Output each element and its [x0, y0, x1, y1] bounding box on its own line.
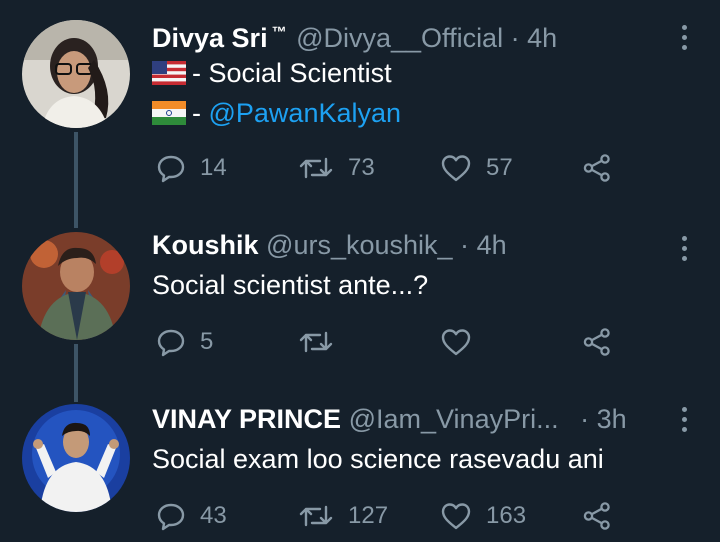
retweet-button[interactable]: 73	[298, 148, 375, 188]
trademark-badge: ™	[271, 24, 287, 41]
reply-icon	[157, 155, 185, 183]
like-button[interactable]: 57	[440, 148, 513, 188]
india-flag-icon	[152, 99, 186, 133]
line-prefix: -	[192, 98, 209, 128]
tweet-text-line: - Social Scientist	[152, 56, 392, 93]
author-name[interactable]: Koushik	[152, 230, 259, 260]
separator-dot: ·	[580, 404, 590, 434]
heart-icon	[441, 155, 471, 182]
author-name[interactable]: Divya Sri	[152, 23, 268, 53]
reply-button[interactable]: 14	[156, 148, 227, 188]
bio-text: Social Scientist	[208, 58, 392, 88]
separator-dot: ·	[460, 230, 470, 260]
more-options-icon[interactable]	[682, 236, 688, 266]
tweet-header: Divya Sri ™ @Divya__Official · 4h	[152, 16, 557, 55]
avatar[interactable]	[22, 20, 130, 128]
like-count: 57	[486, 154, 513, 181]
share-button[interactable]	[582, 148, 612, 188]
tweet[interactable]: Divya Sri ™ @Divya__Official · 4h - Socia…	[0, 0, 720, 200]
us-flag-icon	[152, 59, 186, 93]
author-handle[interactable]: @Divya__Official	[296, 23, 503, 53]
reply-icon	[157, 329, 185, 357]
author-handle[interactable]: @Iam_VinayPri...	[349, 404, 559, 434]
retweet-button[interactable]	[298, 322, 334, 362]
mention-link[interactable]: @PawanKalyan	[209, 98, 402, 128]
line-prefix: -	[192, 58, 209, 88]
tweet-text: Social scientist ante...?	[152, 270, 429, 300]
reply-count: 43	[200, 502, 227, 529]
retweet-button[interactable]: 127	[298, 496, 388, 536]
more-options-icon[interactable]	[682, 25, 688, 55]
like-count: 163	[486, 502, 527, 529]
tweet-actions: 14 73 57	[152, 148, 622, 188]
separator-dot: ·	[510, 23, 520, 53]
avatar-photo	[22, 20, 130, 128]
avatar[interactable]	[22, 232, 130, 340]
tweet-text: Social exam loo science rasevadu ani	[152, 444, 604, 474]
tweet-actions: 5	[152, 322, 622, 362]
more-options-icon[interactable]	[682, 407, 688, 437]
retweet-icon	[299, 331, 333, 353]
retweet-count: 127	[348, 502, 389, 529]
like-button[interactable]	[440, 322, 472, 362]
tweet-header: VINAY PRINCE @Iam_VinayPri... · 3h	[152, 402, 627, 436]
reply-icon	[157, 503, 185, 531]
avatar[interactable]	[22, 404, 130, 512]
reply-button[interactable]: 43	[156, 496, 227, 536]
share-button[interactable]	[582, 496, 612, 536]
share-icon	[583, 502, 610, 530]
retweet-count: 73	[348, 154, 375, 181]
reply-count: 5	[200, 328, 214, 355]
timestamp[interactable]: 4h	[527, 23, 557, 53]
share-icon	[583, 328, 610, 356]
retweet-icon	[299, 157, 333, 179]
like-button[interactable]: 163	[440, 496, 526, 536]
tweet-text-line: - @PawanKalyan	[152, 96, 401, 133]
avatar-photo	[22, 232, 130, 340]
reply-count: 14	[200, 154, 227, 181]
tweet-actions: 43 127 163	[152, 496, 622, 536]
timestamp[interactable]: 3h	[597, 404, 627, 434]
share-button[interactable]	[582, 322, 612, 362]
reply-button[interactable]: 5	[156, 322, 213, 362]
heart-icon	[441, 503, 471, 530]
author-name[interactable]: VINAY PRINCE	[152, 404, 341, 434]
tweet-header: Koushik @urs_koushik_ · 4h	[152, 228, 507, 262]
avatar-photo	[22, 404, 130, 512]
share-icon	[583, 154, 610, 182]
timestamp[interactable]: 4h	[477, 230, 507, 260]
author-handle[interactable]: @urs_koushik_	[266, 230, 453, 260]
retweet-icon	[299, 505, 333, 527]
heart-icon	[441, 329, 471, 356]
thread-connector	[74, 344, 78, 402]
